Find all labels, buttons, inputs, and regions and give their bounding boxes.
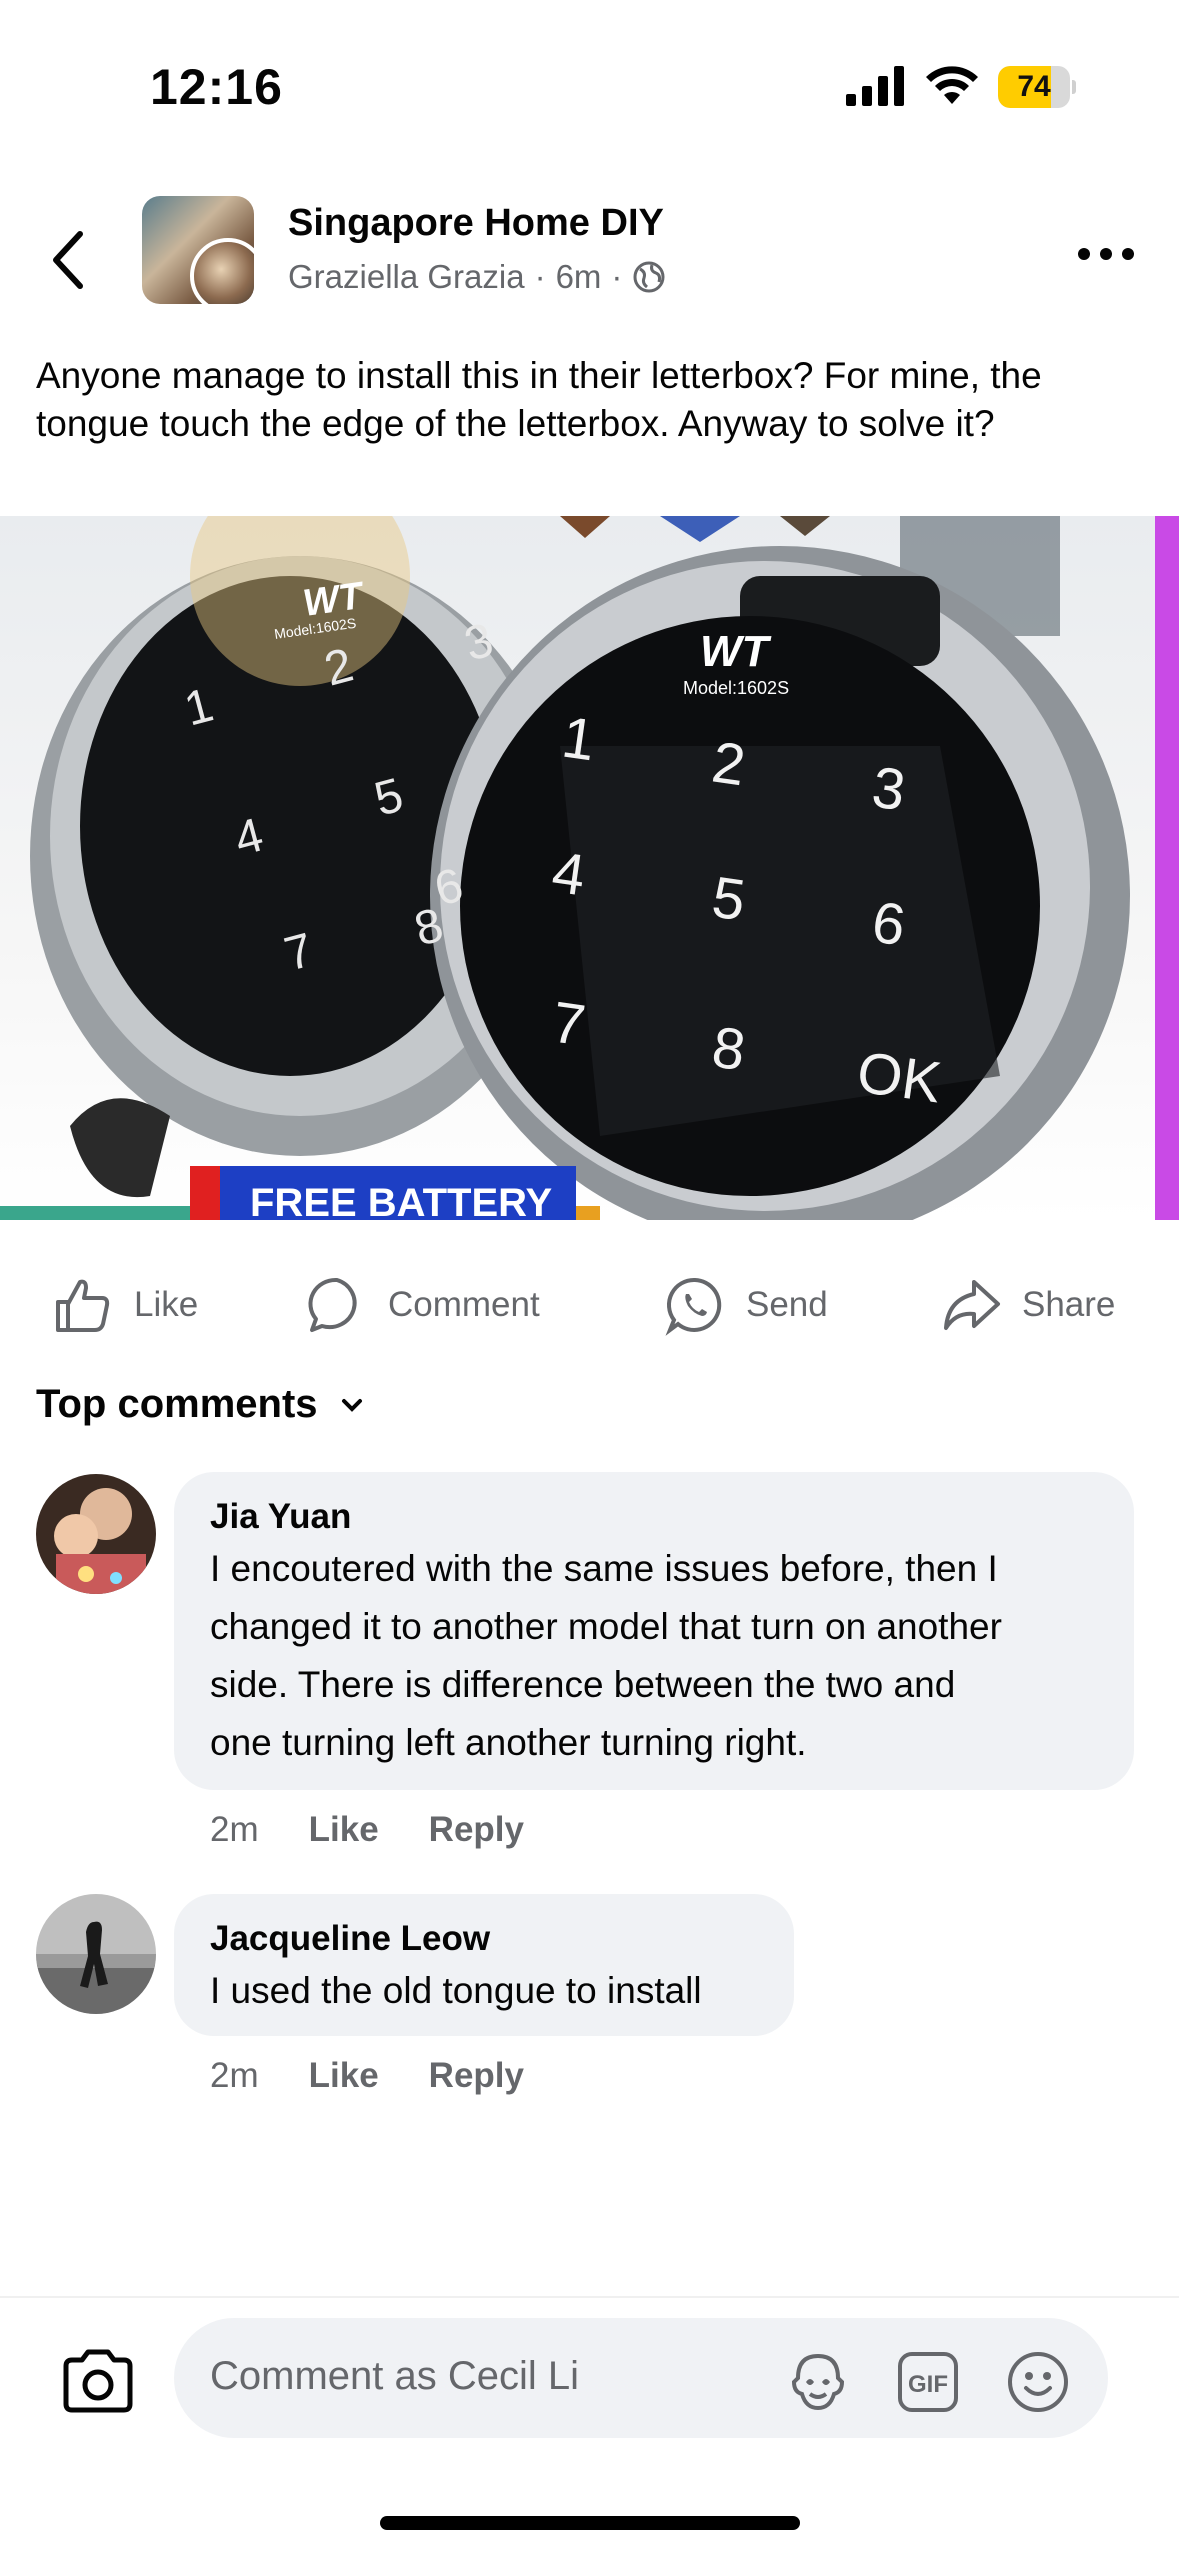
comment-author[interactable]: Jacqueline Leow: [210, 1916, 758, 1962]
group-name[interactable]: Singapore Home DIY: [288, 202, 664, 245]
camera-icon[interactable]: [60, 2348, 136, 2414]
like-label: Like: [134, 1285, 199, 1324]
post-meta: Graziella Grazia · 6m ·: [288, 258, 666, 296]
share-label: Share: [1022, 1285, 1116, 1324]
send-button[interactable]: Send: [664, 1270, 828, 1340]
comment-text-line: I encoutered with the same issues before…: [210, 1548, 998, 1589]
comment-reply-button[interactable]: Reply: [429, 2056, 524, 2096]
post-header: Singapore Home DIY Graziella Grazia · 6m…: [0, 180, 1179, 330]
comment-actions: 2m Like Reply: [210, 2056, 524, 2096]
battery-percent: 74: [1017, 70, 1051, 103]
meta-separator: ·: [534, 258, 546, 295]
chevron-left-icon[interactable]: [40, 220, 100, 300]
comment-button[interactable]: Comment: [306, 1270, 540, 1340]
author-name[interactable]: Graziella Grazia: [288, 258, 525, 296]
svg-text:GIF: GIF: [908, 2371, 948, 2398]
share-button[interactable]: Share: [940, 1270, 1115, 1340]
author-avatar: [190, 238, 254, 304]
status-time: 12:16: [150, 59, 283, 115]
gif-icon[interactable]: GIF: [894, 2348, 962, 2416]
group-avatar[interactable]: [142, 196, 254, 304]
keypad-key: OK: [853, 1040, 945, 1116]
comment-label: Comment: [388, 1285, 540, 1324]
free-battery-banner: FREE BATTERY: [250, 1181, 553, 1220]
post-text: Anyone manage to install this in their l…: [36, 355, 1042, 444]
globe-icon: [633, 261, 665, 293]
comment-bubble[interactable]: Jia Yuan I encoutered with the same issu…: [174, 1472, 1134, 1790]
right-lock-brand: WT: [700, 627, 772, 676]
avatar-sticker-icon[interactable]: [784, 2348, 852, 2416]
battery-indicator: 74: [998, 66, 1076, 108]
post-image[interactable]: WT Model:1602S WT Model:1602S 12345678 1…: [0, 516, 1179, 1220]
comment-text-line: one turning left another turning right.: [210, 1722, 807, 1763]
comment-composer: Comment as Cecil Li GIF: [0, 2296, 1179, 2446]
comment-bubble[interactable]: Jacqueline Leow I used the old tongue to…: [174, 1894, 794, 2036]
thumbs-up-icon: [56, 1279, 110, 1332]
chevron-down-icon: [341, 1398, 362, 1412]
wifi-icon: [926, 66, 978, 104]
meta-separator: ·: [611, 258, 623, 295]
top-comments-filter[interactable]: Top comments: [36, 1382, 364, 1427]
comment-reply-button[interactable]: Reply: [429, 1810, 524, 1850]
comment-time: 2m: [210, 2056, 259, 2095]
post-time[interactable]: 6m: [556, 258, 602, 296]
right-lock-model: Model:1602S: [683, 678, 789, 698]
comment-input[interactable]: Comment as Cecil Li GIF: [174, 2318, 1108, 2438]
comment-bubble-icon: [308, 1277, 357, 1332]
more-horizontal-icon[interactable]: [1076, 244, 1136, 264]
emoji-icon[interactable]: [1004, 2348, 1072, 2416]
send-label: Send: [746, 1285, 828, 1324]
comment-author[interactable]: Jia Yuan: [210, 1494, 1098, 1540]
comment-like-button[interactable]: Like: [309, 2056, 379, 2096]
avatar[interactable]: [36, 1894, 156, 2014]
comment-text-line: side. There is difference between the tw…: [210, 1664, 956, 1705]
status-bar: 12:16 74: [0, 0, 1179, 170]
comment-input-placeholder: Comment as Cecil Li: [210, 2354, 580, 2398]
top-comments-title: Top comments: [36, 1382, 318, 1426]
whatsapp-icon: [665, 1277, 722, 1336]
avatar[interactable]: [36, 1474, 156, 1594]
like-button[interactable]: Like: [52, 1270, 198, 1340]
cellular-signal-icon: [846, 66, 904, 106]
home-indicator: [380, 2516, 800, 2530]
comment-like-button[interactable]: Like: [309, 1810, 379, 1850]
share-arrow-icon: [944, 1280, 1000, 1330]
comment-actions: 2m Like Reply: [210, 1810, 524, 1850]
comment-text-line: I used the old tongue to install: [210, 1970, 702, 2011]
digital-lock-photo: WT Model:1602S WT Model:1602S 12 34567 8 1…: [0, 516, 1179, 1220]
comment-time: 2m: [210, 1810, 259, 1849]
comment-text-line: changed it to another model that turn on…: [210, 1606, 1002, 1647]
